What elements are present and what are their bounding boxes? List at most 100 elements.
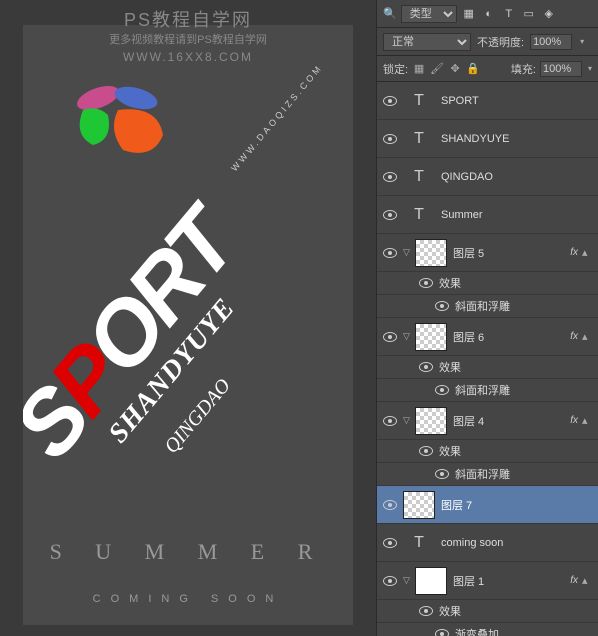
expand-toggle-icon[interactable]: ▽ — [403, 331, 413, 342]
filter-adjust-icon[interactable]: ◐ — [481, 6, 497, 22]
pixel-layer-thumb[interactable] — [415, 407, 447, 435]
lock-transparency-icon[interactable]: ▦ — [412, 62, 426, 76]
layer-effect-row[interactable]: 斜面和浮雕 — [377, 463, 598, 486]
effect-name: 斜面和浮雕 — [455, 298, 594, 314]
lock-all-icon[interactable]: 🔒 — [466, 62, 480, 76]
layer-name[interactable]: 图层 6 — [453, 329, 570, 345]
effect-name: 效果 — [439, 275, 594, 291]
layer-effect-row[interactable]: 效果 — [377, 600, 598, 623]
expand-toggle-icon[interactable]: ▽ — [403, 415, 413, 426]
filter-type-select[interactable]: 类型 — [401, 5, 457, 23]
opacity-dropdown-icon[interactable]: ▾ — [580, 37, 584, 46]
visibility-toggle[interactable] — [433, 297, 451, 315]
opacity-label: 不透明度: — [477, 34, 524, 50]
effect-name: 效果 — [439, 443, 594, 459]
poster-canvas[interactable]: WWW.DAOQIZS.COM SPORT SHANDYUYE QINGDAO … — [23, 25, 353, 625]
lock-paint-icon[interactable]: 🖌 — [430, 62, 444, 76]
search-icon[interactable]: 🔍 — [383, 7, 397, 20]
layer-effect-row[interactable]: 渐变叠加 — [377, 623, 598, 636]
text-layer-thumb[interactable]: T — [403, 125, 435, 153]
text-layer-thumb[interactable]: T — [403, 87, 435, 115]
pixel-layer-thumb[interactable] — [403, 491, 435, 519]
layer-row[interactable]: ▽ 图层 4fx ▴ — [377, 402, 598, 440]
layer-name[interactable]: 图层 1 — [453, 573, 570, 589]
visibility-toggle[interactable] — [381, 168, 399, 186]
layer-name[interactable]: 图层 4 — [453, 413, 570, 429]
layer-name[interactable]: QINGDAO — [441, 171, 594, 183]
layer-name[interactable]: 图层 5 — [453, 245, 570, 261]
layer-name[interactable]: SPORT — [441, 95, 594, 107]
layer-effect-row[interactable]: 效果 — [377, 272, 598, 295]
fx-collapse-icon[interactable]: ▴ — [582, 414, 594, 427]
visibility-toggle[interactable] — [433, 625, 451, 636]
fx-badge[interactable]: fx — [570, 331, 578, 342]
expand-toggle-icon[interactable]: ▽ — [403, 247, 413, 258]
layer-row[interactable]: T QINGDAO — [377, 158, 598, 196]
layer-row[interactable]: 图层 7 — [377, 486, 598, 524]
visibility-toggle[interactable] — [381, 92, 399, 110]
layer-effect-row[interactable]: 斜面和浮雕 — [377, 379, 598, 402]
pixel-layer-thumb[interactable] — [415, 239, 447, 267]
eye-icon — [419, 278, 433, 288]
visibility-toggle[interactable] — [381, 572, 399, 590]
effect-name: 斜面和浮雕 — [455, 466, 594, 482]
visibility-toggle[interactable] — [381, 496, 399, 514]
layer-name[interactable]: coming soon — [441, 537, 594, 549]
layer-row[interactable]: ▽ 图层 5fx ▴ — [377, 234, 598, 272]
visibility-toggle[interactable] — [433, 465, 451, 483]
visibility-toggle[interactable] — [381, 412, 399, 430]
filter-shape-icon[interactable]: ▭ — [521, 6, 537, 22]
blend-mode-select[interactable]: 正常 — [383, 33, 471, 51]
fx-badge[interactable]: fx — [570, 415, 578, 426]
layer-row[interactable]: ▽ 图层 6fx ▴ — [377, 318, 598, 356]
opacity-input[interactable] — [530, 34, 572, 50]
text-layer-thumb[interactable]: T — [403, 529, 435, 557]
visibility-toggle[interactable] — [381, 206, 399, 224]
layer-name[interactable]: 图层 7 — [441, 497, 594, 513]
text-layer-thumb[interactable]: T — [403, 201, 435, 229]
fill-dropdown-icon[interactable]: ▾ — [588, 64, 592, 73]
lock-position-icon[interactable]: ✥ — [448, 62, 462, 76]
visibility-toggle[interactable] — [417, 274, 435, 292]
eye-icon — [383, 416, 397, 426]
layer-name[interactable]: Summer — [441, 209, 594, 221]
layer-name[interactable]: SHANDYUYE — [441, 133, 594, 145]
layers-panel: 🔍 类型 ▦ ◐ T ▭ ◈ 正常 不透明度: ▾ 锁定: ▦ 🖌 ✥ 🔒 填充… — [376, 0, 598, 636]
visibility-toggle[interactable] — [417, 602, 435, 620]
eye-icon — [419, 606, 433, 616]
layer-row[interactable]: ▽ 图层 1fx ▴ — [377, 562, 598, 600]
eye-icon — [435, 301, 449, 311]
layer-effect-row[interactable]: 效果 — [377, 356, 598, 379]
text-layer-thumb[interactable]: T — [403, 163, 435, 191]
fx-collapse-icon[interactable]: ▴ — [582, 330, 594, 343]
layer-row[interactable]: Tcoming soon — [377, 524, 598, 562]
layer-row[interactable]: T SHANDYUYE — [377, 120, 598, 158]
app-root: PS教程自学网 更多视频教程请到PS教程自学网 WWW.16XX8.COM WW… — [0, 0, 598, 636]
visibility-toggle[interactable] — [417, 442, 435, 460]
pixel-layer-thumb[interactable] — [415, 323, 447, 351]
fx-badge[interactable]: fx — [570, 575, 578, 586]
layer-effect-row[interactable]: 效果 — [377, 440, 598, 463]
expand-toggle-icon[interactable]: ▽ — [403, 575, 413, 586]
visibility-toggle[interactable] — [381, 328, 399, 346]
filter-smart-icon[interactable]: ◈ — [541, 6, 557, 22]
canvas-area: PS教程自学网 更多视频教程请到PS教程自学网 WWW.16XX8.COM WW… — [0, 0, 376, 636]
layer-row[interactable]: T Summer — [377, 196, 598, 234]
pixel-layer-thumb[interactable] — [415, 567, 447, 595]
visibility-toggle[interactable] — [381, 534, 399, 552]
fill-input[interactable] — [540, 61, 582, 77]
visibility-toggle[interactable] — [381, 130, 399, 148]
layer-effect-row[interactable]: 斜面和浮雕 — [377, 295, 598, 318]
visibility-toggle[interactable] — [417, 358, 435, 376]
visibility-toggle[interactable] — [433, 381, 451, 399]
fx-collapse-icon[interactable]: ▴ — [582, 246, 594, 259]
fx-badge[interactable]: fx — [570, 247, 578, 258]
eye-icon — [383, 576, 397, 586]
fx-collapse-icon[interactable]: ▴ — [582, 574, 594, 587]
layers-list[interactable]: TSPORTTSHANDYUYETQINGDAOTSummer▽图层 5fx▴效… — [377, 82, 598, 636]
visibility-toggle[interactable] — [381, 244, 399, 262]
layer-row[interactable]: T SPORT — [377, 82, 598, 120]
filter-pixel-icon[interactable]: ▦ — [461, 6, 477, 22]
filter-text-icon[interactable]: T — [501, 6, 517, 22]
eye-icon — [419, 362, 433, 372]
